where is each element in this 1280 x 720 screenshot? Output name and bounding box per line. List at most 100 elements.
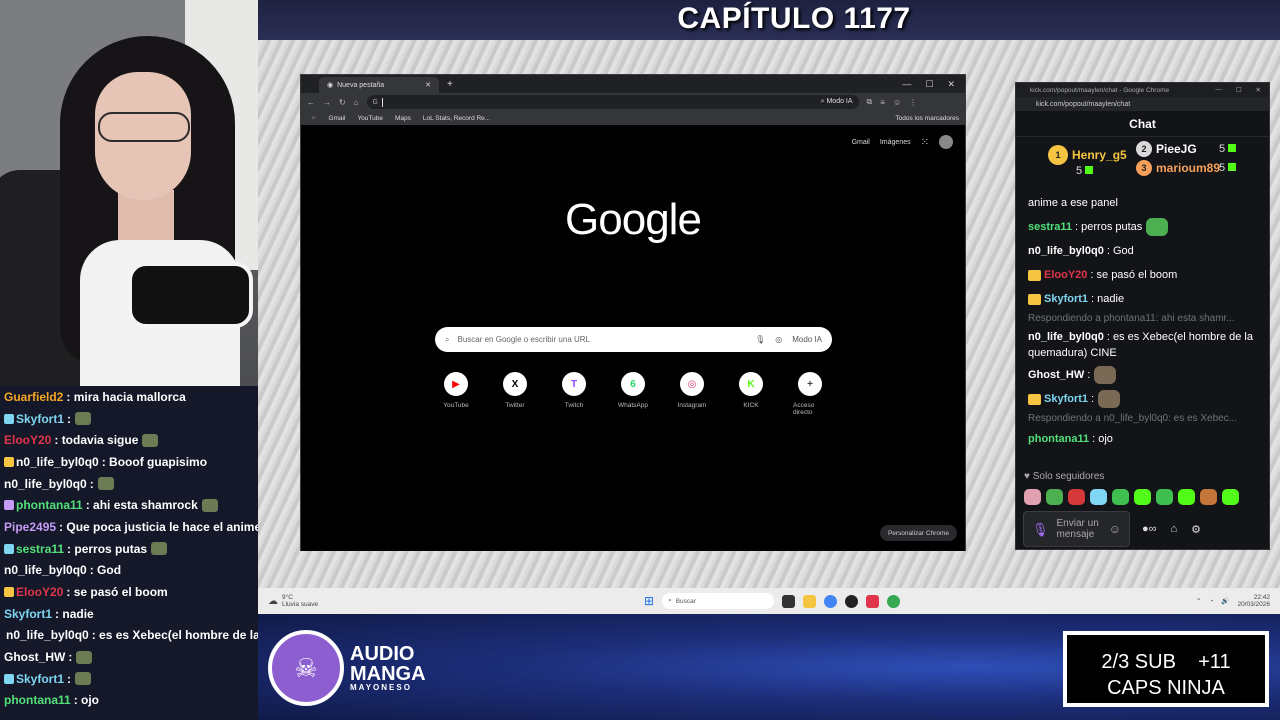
- ai-mode-button[interactable]: ⌕ Modo IA: [821, 98, 853, 106]
- badge-icon: [1028, 393, 1041, 405]
- profile-icon[interactable]: ☺: [893, 98, 901, 107]
- bookmark-youtube[interactable]: YouTube: [357, 115, 383, 122]
- emote-icon[interactable]: [1090, 489, 1107, 505]
- search-box[interactable]: ⌕ Buscar en Google o escribir una URL 🎙 …: [435, 327, 832, 352]
- emote-icon[interactable]: [1046, 489, 1063, 505]
- all-bookmarks[interactable]: Todos los marcadores: [895, 115, 965, 122]
- bookmark-maps[interactable]: Maps: [395, 115, 411, 122]
- emote-icon[interactable]: [1200, 489, 1217, 505]
- tab-new-tab[interactable]: ◉ Nueva pestaña ✕: [319, 77, 439, 93]
- shortcut-twitter[interactable]: X Twitter: [498, 372, 532, 416]
- bookmark-lolstats[interactable]: LoL Stats, Record Re...: [423, 115, 490, 122]
- obs-icon[interactable]: [845, 594, 859, 608]
- emote-icon[interactable]: [1178, 489, 1195, 505]
- shortcut-twitch[interactable]: T Twitch: [557, 372, 591, 416]
- network-icon[interactable]: ◔: [1209, 598, 1213, 605]
- close-icon[interactable]: ✕: [947, 79, 955, 90]
- chat-username[interactable]: phontana11: [1028, 427, 1089, 451]
- chat-line: Skyfort1: nadie: [0, 603, 258, 625]
- gift-leaderboard: 1 Henry_g5 5 2 PieeJG 5 3 marioum89 5: [1016, 137, 1269, 187]
- customize-chrome-button[interactable]: Personalizar Chrome: [879, 525, 957, 541]
- chat-username[interactable]: sestra11: [1028, 215, 1072, 239]
- badge-icon: [4, 413, 14, 424]
- weather-widget[interactable]: ☁ 9°C Lluvia suave: [268, 594, 318, 608]
- app-icon[interactable]: [866, 594, 880, 608]
- kick-url-bar[interactable]: kick.com/popout/maaylen/chat: [1016, 97, 1269, 111]
- images-link[interactable]: Imágenes: [880, 139, 911, 146]
- leader-name: marioum89: [1156, 161, 1221, 175]
- emote-icon[interactable]: [1222, 489, 1239, 505]
- forward-icon[interactable]: →: [323, 98, 331, 107]
- task-view-icon[interactable]: [782, 594, 796, 608]
- shortcut-kick[interactable]: K KICK: [734, 372, 768, 416]
- chevron-up-icon[interactable]: ⌃: [1196, 597, 1201, 605]
- chat-username[interactable]: n0_life_byl0q0: [1028, 331, 1104, 343]
- shortcut-acceso-directo[interactable]: + Acceso directo: [793, 372, 827, 416]
- weather-desc: Lluvia suave: [282, 601, 319, 608]
- chat-username[interactable]: Skyfort1: [1044, 387, 1088, 411]
- chat-username[interactable]: Skyfort1: [1044, 287, 1088, 311]
- shortcut-youtube[interactable]: ▶ YouTube: [439, 372, 473, 416]
- reload-icon[interactable]: ↻: [339, 98, 346, 107]
- shortcut-whatsapp[interactable]: 6 WhatsApp: [616, 372, 650, 416]
- volume-icon[interactable]: 🔊: [1221, 597, 1229, 605]
- lens-icon[interactable]: ◎: [775, 335, 782, 344]
- chat-message: :: [67, 411, 72, 426]
- chat-message: : Que poca justicia le hace el anime: [59, 519, 258, 534]
- users-icon[interactable]: ●∞: [1142, 523, 1157, 536]
- chat-username[interactable]: ElooY20: [1044, 263, 1087, 287]
- emoji-icon[interactable]: ☺: [1109, 523, 1121, 535]
- address-bar[interactable]: G ⌕ Modo IA: [366, 95, 859, 109]
- store-icon[interactable]: ⌂: [1171, 523, 1178, 536]
- reply-indicator[interactable]: Respondiendo a n0_life_byl0q0: es es Xeb…: [1028, 411, 1257, 427]
- extensions-icon[interactable]: ⧉: [867, 97, 873, 107]
- microphone-icon[interactable]: 🎙: [755, 335, 765, 344]
- taskbar-search[interactable]: ⌕ Buscar: [662, 593, 775, 609]
- gmail-link[interactable]: Gmail: [852, 139, 870, 146]
- maximize-icon[interactable]: ☐: [1236, 86, 1242, 94]
- chrome-2-icon[interactable]: [887, 594, 901, 608]
- chat-input[interactable]: 🎙 Enviar un mensaje ☺: [1023, 511, 1130, 547]
- chat-username: sestra11: [16, 541, 65, 556]
- search-ai-mode[interactable]: Modo IA: [792, 335, 822, 344]
- chat-input-placeholder[interactable]: Enviar un mensaje: [1057, 518, 1101, 540]
- emote-icon[interactable]: [1156, 489, 1173, 505]
- tab-close-icon[interactable]: ✕: [425, 81, 431, 89]
- file-explorer-icon[interactable]: [803, 594, 817, 608]
- avatar[interactable]: [939, 135, 953, 149]
- minimize-icon[interactable]: —: [1215, 86, 1222, 94]
- maximize-icon[interactable]: ☐: [925, 79, 933, 90]
- settings-icon[interactable]: ⚙: [1191, 523, 1201, 536]
- clock[interactable]: 22:42 20/03/2026: [1237, 594, 1270, 608]
- emote-icon[interactable]: [1134, 489, 1151, 505]
- emote-icon: [75, 672, 92, 686]
- home-icon[interactable]: ⌂: [354, 98, 359, 107]
- close-icon[interactable]: ✕: [1256, 86, 1261, 94]
- emote-icon[interactable]: [1112, 489, 1129, 505]
- kick-chat-window[interactable]: kick.com/popout/maaylen/chat - Google Ch…: [1015, 82, 1270, 550]
- bookmark-gmail[interactable]: Gmail: [328, 115, 345, 122]
- microphone-icon[interactable]: 🎙: [1032, 523, 1049, 536]
- new-tab-icon[interactable]: +: [447, 79, 453, 90]
- chat-username[interactable]: n0_life_byl0q0: [1028, 239, 1104, 263]
- chat-username[interactable]: Ghost_HW: [1028, 363, 1084, 387]
- emote-icon[interactable]: [1068, 489, 1085, 505]
- menu-icon[interactable]: ⋮: [909, 98, 917, 107]
- address-input[interactable]: [382, 97, 383, 107]
- leader-2[interactable]: 2 PieeJG: [1136, 141, 1197, 157]
- start-icon[interactable]: ⊞: [644, 594, 654, 608]
- google-apps-icon[interactable]: ⁙: [921, 137, 929, 148]
- chat-message: : todavia sigue: [54, 433, 139, 448]
- back-icon[interactable]: ←: [307, 98, 315, 107]
- search-placeholder[interactable]: Buscar en Google o escribir una URL: [457, 335, 590, 344]
- chrome-window[interactable]: ◉ Nueva pestaña ✕ + — ☐ ✕ ← → ↻ ⌂ G ⌕ Mo…: [300, 74, 966, 551]
- apps-icon[interactable]: ⁘: [311, 114, 316, 122]
- leader-1[interactable]: 1 Henry_g5: [1048, 145, 1127, 165]
- chrome-taskbar-icon[interactable]: [824, 594, 838, 608]
- leader-3[interactable]: 3 marioum89: [1136, 160, 1220, 176]
- shortcut-instagram[interactable]: ◎ Instagram: [675, 372, 709, 416]
- emote-icon[interactable]: [1024, 489, 1041, 505]
- reply-indicator[interactable]: Respondiendo a phontana11: ahi esta sham…: [1028, 311, 1257, 327]
- media-icon[interactable]: ≡: [880, 98, 885, 107]
- minimize-icon[interactable]: —: [902, 79, 911, 90]
